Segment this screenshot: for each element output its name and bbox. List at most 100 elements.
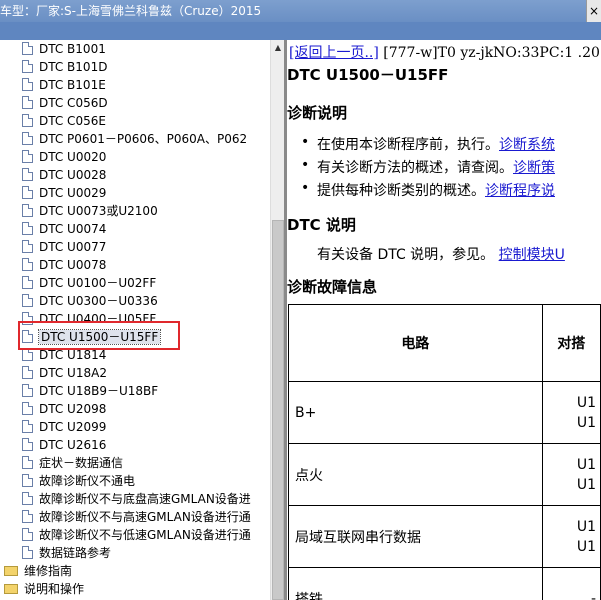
tree-item[interactable]: 故障诊断仪不通电 bbox=[22, 472, 135, 490]
tree-item-label: 说明和操作 bbox=[24, 582, 85, 596]
tree-item[interactable]: DTC U0020 bbox=[22, 148, 106, 166]
tree-item-label: DTC B1001 bbox=[39, 42, 106, 56]
tree-item-label: 数据链路参考 bbox=[39, 546, 112, 560]
tree-item[interactable]: DTC B101E bbox=[22, 76, 106, 94]
tree-item-label: DTC U0300－U0336 bbox=[39, 294, 158, 308]
folder-icon bbox=[4, 583, 18, 594]
tree-item-label: 故障诊断仪不与低速GMLAN设备进行通 bbox=[39, 528, 251, 542]
window-title-bar: 车型：厂家:S-上海雪佛兰科鲁兹（Cruze）2015 × bbox=[0, 0, 601, 22]
tree-item-label: DTC U2616 bbox=[39, 438, 107, 452]
fault-info-table: 电路 对搭 B+ U1 U1 点火 U1 U1 局域互联网串行数据 U1 U1 搭铁 … bbox=[288, 304, 601, 600]
tree-item-label: 症状－数据通信 bbox=[39, 456, 124, 470]
document-icon bbox=[22, 528, 33, 541]
tree-item-label: DTC C056D bbox=[39, 96, 108, 110]
tree-item[interactable]: DTC U0300－U0336 bbox=[22, 292, 158, 310]
tree-folder-item[interactable]: 说明和操作 bbox=[4, 580, 84, 598]
tree-item[interactable]: DTC U2098 bbox=[22, 400, 106, 418]
document-icon bbox=[22, 366, 33, 379]
bullet-link[interactable]: 诊断策 bbox=[513, 160, 555, 176]
document-icon bbox=[22, 510, 33, 523]
tree-item-label: DTC U0078 bbox=[39, 258, 107, 272]
tree-item[interactable]: DTC U0029 bbox=[22, 184, 106, 202]
table-cell-circuit: 搭铁 bbox=[288, 567, 543, 600]
column-header-circuit: 电路 bbox=[288, 304, 543, 382]
scroll-up-arrow-icon[interactable]: ▲ bbox=[271, 40, 285, 56]
document-icon bbox=[22, 204, 33, 217]
section-heading-dtc: DTC 说明 bbox=[287, 216, 356, 234]
dtc-description: 有关设备 DTC 说明，参见。 控制模块U bbox=[317, 247, 565, 263]
bullet-item: 提供每种诊断类别的概述。诊断程序说 bbox=[301, 180, 555, 200]
document-icon bbox=[22, 42, 33, 55]
tree-item[interactable]: DTC U0077 bbox=[22, 238, 106, 256]
tree-item[interactable]: DTC C056E bbox=[22, 112, 106, 130]
bullet-link[interactable]: 诊断程序说 bbox=[485, 183, 555, 199]
tree-item-label: DTC U0020 bbox=[39, 150, 107, 164]
tree-item-label: DTC U0029 bbox=[39, 186, 107, 200]
tree-item-label: DTC U0028 bbox=[39, 168, 107, 182]
tree-item-label: DTC U2098 bbox=[39, 402, 107, 416]
tree-item[interactable]: 故障诊断仪不与低速GMLAN设备进行通 bbox=[22, 526, 251, 544]
tree-item[interactable]: 故障诊断仪不与高速GMLAN设备进行通 bbox=[22, 508, 251, 526]
tree-item[interactable]: DTC U0100－U02FF bbox=[22, 274, 156, 292]
table-cell-circuit: 点火 bbox=[288, 443, 543, 506]
document-icon bbox=[22, 78, 33, 91]
tree-item[interactable]: DTC U0074 bbox=[22, 220, 106, 238]
tree-item[interactable]: DTC B101D bbox=[22, 58, 107, 76]
tree-item-label: DTC U0074 bbox=[39, 222, 107, 236]
tree-item[interactable]: DTC U2616 bbox=[22, 436, 106, 454]
control-module-link[interactable]: 控制模块U bbox=[499, 247, 565, 263]
close-icon: × bbox=[588, 4, 600, 18]
navigation-tree: DTC B1001 DTC B101D DTC B101E DTC C056D DTC … bbox=[0, 40, 270, 600]
document-icon bbox=[22, 258, 33, 271]
section-heading-diagnosis: 诊断说明 bbox=[287, 104, 348, 122]
tree-item[interactable]: 故障诊断仪不与底盘高速GMLAN设备进 bbox=[22, 490, 251, 508]
document-icon bbox=[22, 474, 33, 487]
document-icon bbox=[22, 276, 33, 289]
tree-item[interactable]: DTC U0073或U2100 bbox=[22, 202, 158, 220]
document-icon bbox=[22, 294, 33, 307]
bullet-item: 有关诊断方法的概述，请查阅。诊断策 bbox=[301, 157, 555, 177]
bullet-item: 在使用本诊断程序前，执行。诊断系统 bbox=[301, 134, 555, 154]
toolbar-strip bbox=[0, 22, 601, 40]
back-link[interactable]: [返回上一页..] bbox=[289, 45, 379, 61]
selection-highlight-box bbox=[18, 321, 180, 350]
document-icon bbox=[22, 420, 33, 433]
document-icon bbox=[22, 438, 33, 451]
tree-item[interactable]: 数据链路参考 bbox=[22, 544, 111, 562]
tree-item[interactable]: 症状－数据通信 bbox=[22, 454, 123, 472]
tree-item[interactable]: DTC U18A2 bbox=[22, 364, 107, 382]
tree-item-label: 维修指南 bbox=[24, 564, 73, 578]
document-icon bbox=[22, 150, 33, 163]
tree-item[interactable]: DTC C056D bbox=[22, 94, 108, 112]
document-icon bbox=[22, 132, 33, 145]
table-row: B+ U1 U1 bbox=[288, 381, 601, 444]
document-icon bbox=[22, 168, 33, 181]
tree-scrollbar[interactable]: ▲ bbox=[270, 40, 285, 600]
window-title: 车型：厂家:S-上海雪佛兰科鲁兹（Cruze）2015 bbox=[0, 4, 262, 18]
tree-item[interactable]: DTC P0601－P0606、P060A、P062 bbox=[22, 130, 247, 148]
tree-item-label: 故障诊断仪不通电 bbox=[39, 474, 136, 488]
tree-item-label: DTC U1814 bbox=[39, 348, 107, 362]
tree-folder-item[interactable]: 维修指南 bbox=[4, 562, 72, 580]
document-pane: [返回上一页..] [777-w]T0 yz-jkNO:33PC:1 .201 … bbox=[287, 40, 601, 600]
tree-item-label: DTC U18A2 bbox=[39, 366, 107, 380]
section-heading-fault-info: 诊断故障信息 bbox=[287, 278, 378, 296]
tree-item-label: DTC U0100－U02FF bbox=[39, 276, 157, 290]
tree-item[interactable]: DTC U18B9－U18BF bbox=[22, 382, 158, 400]
tree-item-label: DTC U0073或U2100 bbox=[39, 204, 158, 218]
tree-item[interactable]: DTC U2099 bbox=[22, 418, 106, 436]
tree-item[interactable]: DTC U0078 bbox=[22, 256, 106, 274]
tree-item-label: DTC B101D bbox=[39, 60, 108, 74]
tree-item-label: 故障诊断仪不与高速GMLAN设备进行通 bbox=[39, 510, 251, 524]
scrollbar-thumb[interactable] bbox=[272, 220, 284, 600]
tree-item[interactable]: DTC B1001 bbox=[22, 40, 106, 58]
document-icon bbox=[22, 114, 33, 127]
tree-item-label: DTC U0077 bbox=[39, 240, 107, 254]
table-cell-code: U1 U1 bbox=[541, 505, 601, 568]
tree-item[interactable]: DTC U0028 bbox=[22, 166, 106, 184]
document-icon bbox=[22, 456, 33, 469]
column-header-ground-short: 对搭 bbox=[541, 304, 601, 382]
close-button[interactable]: × bbox=[586, 0, 601, 22]
tree-item-label: 故障诊断仪不与底盘高速GMLAN设备进 bbox=[39, 492, 251, 506]
bullet-link[interactable]: 诊断系统 bbox=[499, 137, 555, 153]
